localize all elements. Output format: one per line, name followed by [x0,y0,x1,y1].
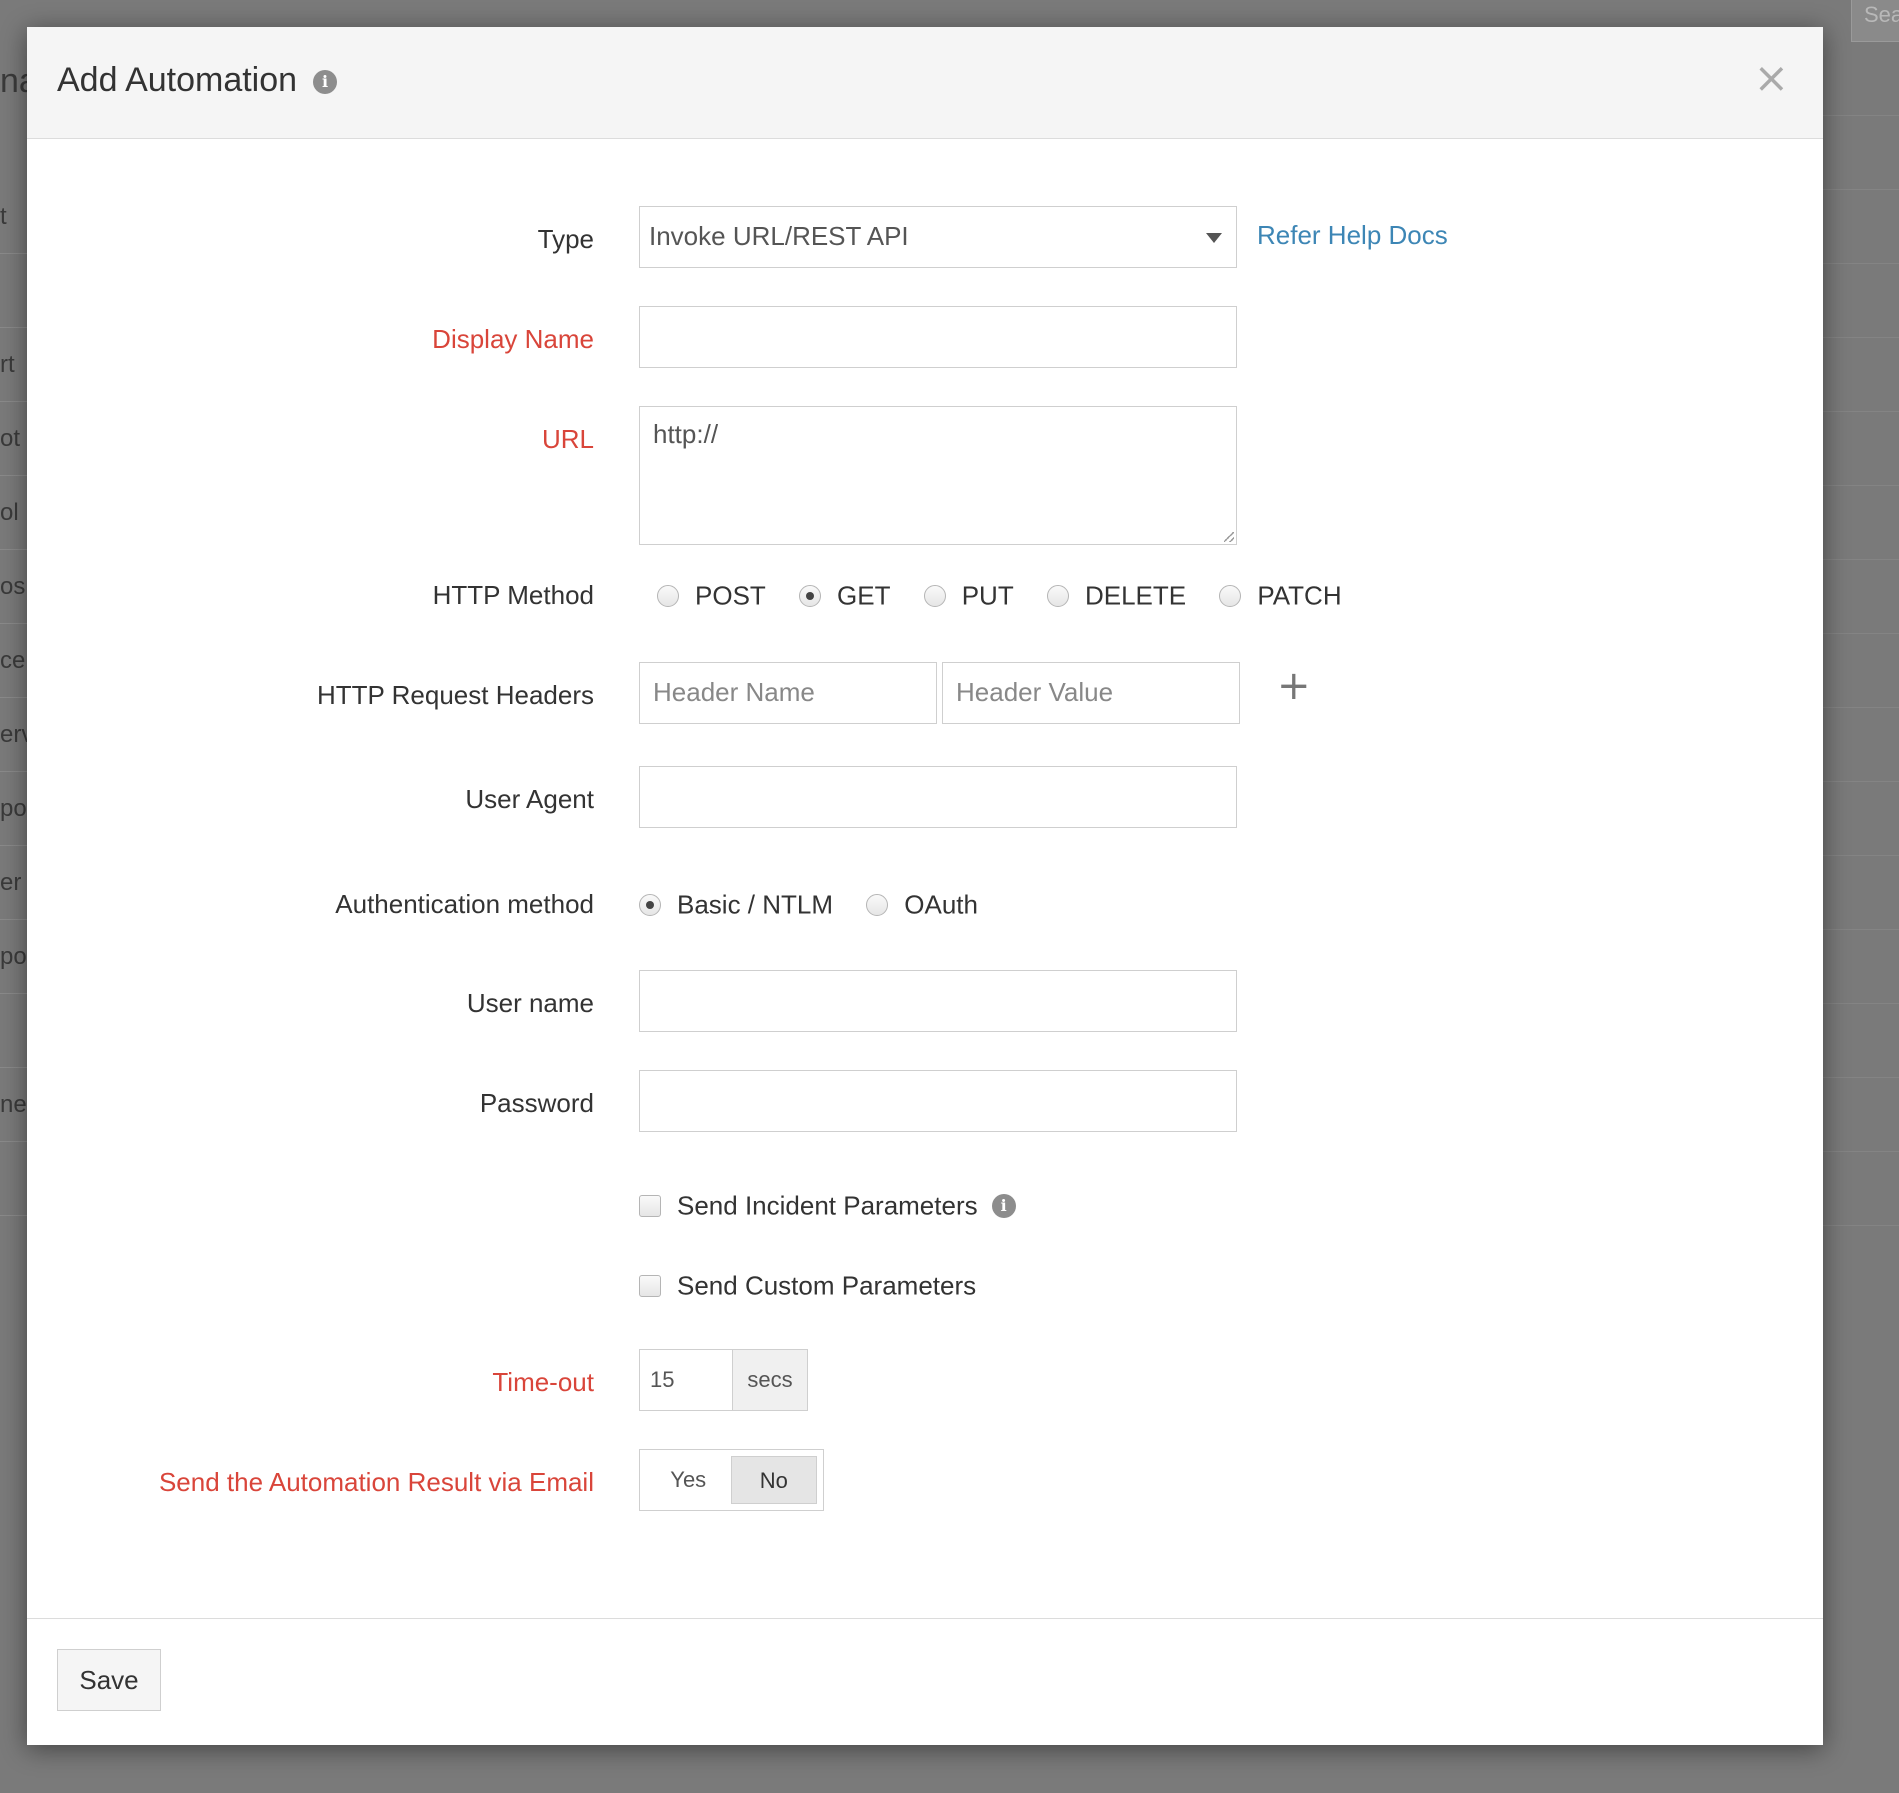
resize-grip-icon[interactable] [1224,532,1234,542]
background-list-item: erv [0,698,30,772]
url-label: URL [541,424,594,454]
display-name-input[interactable] [639,306,1237,368]
background-list-item: t [0,180,30,254]
auth-option-oauth[interactable]: OAuth [866,888,978,921]
modal-header: Add Automation i × [27,27,1823,139]
radio-button[interactable] [1219,584,1242,607]
http-method-option-patch[interactable]: PATCH [1219,579,1342,612]
http-method-option-put[interactable]: PUT [923,579,1014,612]
modal-title: Add Automation i [57,61,338,100]
send-custom-params-label: Send Custom Parameters [677,1270,977,1301]
timeout-label: Time-out [492,1367,594,1397]
add-header-icon[interactable]: + [1277,666,1311,706]
http-method-option-delete[interactable]: DELETE [1046,579,1186,612]
http-method-option-post[interactable]: POST [657,579,766,612]
header-name-input[interactable]: Header Name [639,662,937,724]
http-method-radio-group: POST GET PUT DELETE PATCH [657,578,1368,611]
timeout-input[interactable]: 15 [640,1350,732,1410]
background-list-item [0,994,30,1068]
refer-help-docs-link[interactable]: Refer Help Docs [1257,220,1448,251]
send-custom-params-checkbox[interactable] [639,1275,661,1298]
radio-button[interactable] [1046,584,1069,607]
background-search-input: Sea [1851,0,1899,42]
background-list-item: po [0,920,30,994]
modal-title-text: Add Automation [57,61,298,99]
radio-button[interactable] [866,893,889,916]
http-method-label: HTTP Method [432,580,594,610]
radio-button[interactable] [657,584,679,607]
username-input[interactable] [639,970,1237,1032]
url-value: http:// [653,419,719,449]
info-icon[interactable]: i [991,1194,1016,1219]
email-result-no-option[interactable]: No [730,1456,817,1504]
add-automation-modal: Add Automation i × Type Invoke URL/REST A… [27,27,1823,1745]
display-name-label: Display Name [432,324,594,354]
type-label: Type [537,224,594,254]
auth-method-radio-group: Basic / NTLM OAuth [639,887,1004,920]
email-result-label: Send the Automation Result via Email [158,1467,594,1497]
info-icon[interactable]: i [313,70,338,95]
modal-footer: Save [27,1618,1823,1746]
radio-button[interactable] [923,584,946,607]
close-icon[interactable]: × [1754,57,1789,99]
send-incident-params-label: Send Incident Parameters [677,1190,978,1221]
background-list-item: er [0,846,30,920]
user-agent-label: User Agent [465,784,594,814]
http-method-option-get[interactable]: GET [799,579,890,612]
timeout-field: 15 secs [639,1349,808,1411]
password-input[interactable] [639,1070,1237,1132]
url-textarea[interactable]: http:// [639,406,1237,545]
background-list-item: ol [0,476,30,550]
username-label: User name [466,988,594,1018]
email-result-toggle: Yes No [639,1449,824,1511]
password-label: Password [479,1088,594,1118]
type-select-value: Invoke URL/REST API [649,221,909,251]
user-agent-input[interactable] [639,766,1237,828]
background-list-item: po [0,772,30,846]
radio-button[interactable] [799,584,822,607]
header-value-input[interactable]: Header Value [942,662,1240,724]
http-headers-label: HTTP Request Headers [317,680,594,710]
type-select[interactable]: Invoke URL/REST API [639,206,1237,268]
send-incident-params-checkbox[interactable] [639,1195,661,1218]
radio-button[interactable] [639,893,661,916]
background-list-item: ot [0,402,30,476]
timeout-unit: secs [732,1350,807,1410]
background-list: t rt ot ol os ce erv po er po ne [0,180,30,1216]
auth-method-label: Authentication method [335,889,594,919]
save-button[interactable]: Save [57,1649,161,1711]
background-list-item: rt [0,328,30,402]
background-list-item [0,1142,30,1216]
auth-option-basic-ntlm[interactable]: Basic / NTLM [639,888,833,921]
background-list-item: os [0,550,30,624]
background-list-item: ce [0,624,30,698]
background-right-column [1823,42,1899,1226]
background-list-item [0,254,30,328]
chevron-down-icon [1206,233,1222,243]
email-result-yes-option[interactable]: Yes [646,1456,731,1504]
background-list-item: ne [0,1068,30,1142]
